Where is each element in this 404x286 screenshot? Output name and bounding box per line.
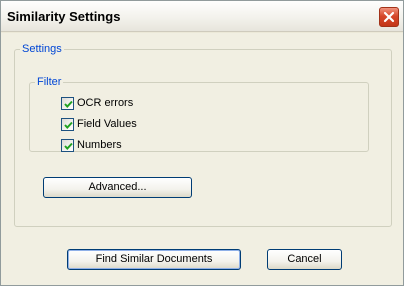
checkmark-icon [64, 121, 73, 129]
window-title: Similarity Settings [7, 9, 121, 24]
field-values-checkbox[interactable] [61, 117, 74, 131]
filter-group-legend: Filter [37, 76, 62, 88]
settings-group-legend: Settings [22, 43, 62, 55]
cancel-button[interactable]: Cancel [267, 249, 342, 270]
numbers-checkbox[interactable] [61, 138, 74, 152]
title-bar[interactable]: Similarity Settings [1, 1, 403, 32]
similarity-settings-dialog: Similarity Settings Settings Filter OCR … [0, 0, 404, 286]
numbers-label[interactable]: Numbers [77, 139, 122, 151]
field-values-label[interactable]: Field Values [77, 118, 137, 130]
close-icon [383, 11, 395, 23]
ocr-errors-checkbox[interactable] [61, 96, 74, 110]
find-similar-documents-button[interactable]: Find Similar Documents [67, 249, 241, 270]
ocr-errors-label[interactable]: OCR errors [77, 97, 133, 109]
checkmark-icon [64, 142, 73, 150]
dialog-body: Settings Filter OCR errors Field Values [1, 33, 403, 285]
advanced-button[interactable]: Advanced... [43, 177, 192, 198]
field-values-option[interactable]: Field Values [61, 117, 137, 131]
close-button[interactable] [379, 7, 399, 27]
numbers-option[interactable]: Numbers [61, 138, 122, 152]
ocr-errors-option[interactable]: OCR errors [61, 96, 133, 110]
checkmark-icon [64, 100, 73, 108]
